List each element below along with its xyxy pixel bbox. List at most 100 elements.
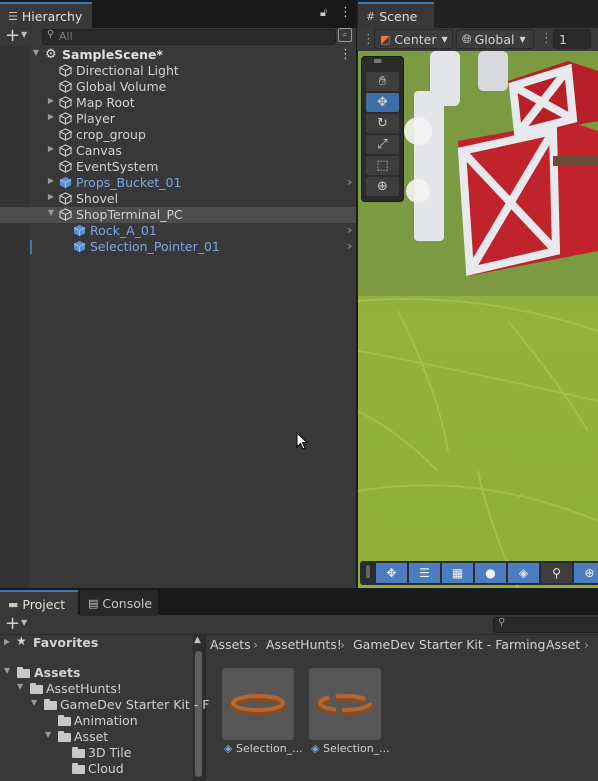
breadcrumb-item[interactable]: Assets (210, 637, 251, 652)
hierarchy-item[interactable]: ▶ Shovel (0, 191, 356, 207)
prefab-icon (59, 176, 72, 189)
add-dropdown-icon[interactable]: ▼ (21, 30, 27, 39)
hierarchy-item-label: crop_group (76, 127, 146, 142)
expand-arrow-icon[interactable]: ▶ (46, 112, 56, 121)
transform-tools: ═ ✋︎ ✥ ↻ ⤢ ⬚ ⊕ (361, 54, 404, 202)
asset-thumbnail[interactable] (222, 668, 294, 740)
expand-arrow-icon[interactable]: ▶ (4, 637, 10, 646)
move-tool-button[interactable]: ✥ (366, 93, 399, 112)
overlay-search-button[interactable]: ⚲ (541, 563, 572, 583)
tree-item-label: 3D Tile (88, 745, 132, 760)
hierarchy-item-prefab[interactable]: Selection_Pointer_01 › (0, 239, 356, 255)
gameobject-icon (59, 128, 72, 141)
hierarchy-item[interactable]: ▶ Canvas (0, 143, 356, 159)
hierarchy-item-label: ShopTerminal_PC (76, 207, 183, 222)
grid-snap-input[interactable]: 1 (553, 29, 591, 49)
hierarchy-item-selected[interactable]: ▼ ShopTerminal_PC (0, 207, 356, 223)
hierarchy-item[interactable]: EventSystem (0, 159, 356, 175)
lock-icon[interactable]: 🔓︎ (320, 6, 327, 20)
tab-scene[interactable]: # Scene (358, 2, 434, 28)
collapse-arrow-icon[interactable]: ▼ (46, 208, 56, 217)
rotate-tool-button[interactable]: ↻ (366, 114, 399, 133)
palette-grip-icon[interactable]: ═ (374, 54, 381, 68)
expand-arrow-icon[interactable]: ▶ (46, 192, 56, 201)
expand-arrow-icon[interactable]: ▶ (46, 144, 56, 153)
tab-console[interactable]: ▤ Console (80, 590, 158, 616)
tab-hierarchy-label: Hierarchy (21, 8, 83, 24)
scroll-up-icon[interactable]: ▲ (194, 635, 201, 645)
star-icon: ★ (16, 634, 27, 648)
space-dropdown[interactable]: 🌐︎ Global ▼ (456, 29, 534, 49)
ring-segments-preview-icon (317, 694, 373, 715)
hierarchy-item[interactable]: Global Volume (0, 79, 356, 95)
chevron-down-icon: ▼ (519, 34, 526, 44)
chevron-right-icon[interactable]: › (347, 239, 352, 253)
pivot-dropdown[interactable]: ◩ Center ▼ (374, 29, 453, 49)
gameobject-icon (59, 112, 72, 125)
overlay-shading-button[interactable]: ● (475, 563, 506, 583)
project-search-input[interactable]: ⚲ (493, 617, 598, 633)
asset-caption[interactable]: ◈ Selection_... (311, 742, 390, 755)
chevron-right-icon[interactable]: › (347, 175, 352, 189)
asset-caption[interactable]: ◈ Selection_... (224, 742, 303, 755)
hierarchy-item-prefab[interactable]: Rock_A_01 › (0, 223, 356, 239)
collapse-arrow-icon[interactable]: ▼ (31, 48, 41, 57)
overlay-settings-button[interactable]: ☰ (409, 563, 440, 583)
collapse-arrow-icon[interactable]: ▼ (4, 666, 10, 675)
rect-tool-button[interactable]: ⬚ (366, 156, 399, 175)
chevron-right-icon[interactable]: › (347, 223, 352, 237)
hierarchy-item-label: Props_Bucket_01 (76, 175, 182, 190)
prefab-icon: ◈ (224, 742, 233, 755)
create-dropdown-icon[interactable]: ▼ (21, 618, 27, 627)
overlay-grip-icon[interactable]: ‖ (365, 564, 371, 578)
folder-icon (58, 715, 71, 726)
grid-value: 1 (559, 31, 567, 47)
prefab-icon (73, 240, 86, 253)
scale-tool-button[interactable]: ⤢ (366, 135, 399, 154)
hierarchy-panel: ☰ Hierarchy 🔓︎ ⋮ + ▼ ⚲ All ⌕ ▼ ⚙ SampleS… (0, 0, 356, 588)
breadcrumb-separator-icon: › (533, 637, 538, 652)
favorites-label[interactable]: Favorites (33, 635, 98, 650)
overlay-move-button[interactable]: ✥ (376, 563, 407, 583)
collapse-arrow-icon[interactable]: ▼ (17, 682, 23, 691)
collapse-arrow-icon[interactable]: ▼ (45, 730, 51, 739)
list-icon: ☰ (8, 9, 18, 23)
hierarchy-item[interactable]: Directional Light (0, 63, 356, 79)
overlay-grid-button[interactable]: ▦ (442, 563, 473, 583)
collapse-arrow-icon[interactable]: ▼ (31, 698, 37, 707)
hierarchy-item-label: Map Root (76, 95, 135, 110)
hierarchy-search-input[interactable]: ⚲ All (42, 29, 336, 45)
hierarchy-item[interactable]: crop_group (0, 127, 356, 143)
search-icon: ⚲ (552, 566, 561, 580)
breadcrumb-item[interactable]: AssetHunts! (266, 637, 342, 652)
tree-item-label: Assets (34, 665, 81, 680)
breadcrumb-item[interactable]: GameDev Starter Kit - Farming (353, 637, 545, 652)
asset-thumbnail[interactable] (309, 668, 381, 740)
modified-indicator (30, 240, 32, 254)
hierarchy-item[interactable]: ▶ Map Root (0, 95, 356, 111)
gameobject-icon (59, 160, 72, 173)
breadcrumb-item[interactable]: Asset (546, 637, 580, 652)
expand-arrow-icon[interactable]: ▶ (46, 176, 56, 185)
scene-menu-icon[interactable]: ⋮ (339, 47, 352, 62)
tree-item-label: Cloud (88, 761, 124, 776)
add-icon[interactable]: + (5, 25, 20, 46)
scrollbar-thumb[interactable] (195, 651, 202, 777)
filter-icon[interactable]: ⌕ (338, 28, 352, 42)
hierarchy-item[interactable]: ▶ Player (0, 111, 356, 127)
rotate-icon: ↻ (377, 116, 388, 131)
expand-arrow-icon[interactable]: ▶ (46, 96, 56, 105)
overlay-transform-button[interactable]: ⊕ (574, 563, 598, 583)
overlay-layers-button[interactable]: ◈ (508, 563, 539, 583)
more-menu-icon[interactable]: ⋮ (339, 5, 352, 20)
scene-name: SampleScene* (62, 47, 163, 62)
hand-tool-button[interactable]: ✋︎ (366, 72, 399, 91)
transform-icon: ⊕ (377, 179, 388, 194)
globe-icon: 🌐︎ (462, 31, 472, 46)
create-icon[interactable]: + (5, 613, 20, 634)
breadcrumb-separator-icon: › (253, 637, 258, 652)
transform-tool-button[interactable]: ⊕ (366, 177, 399, 196)
hierarchy-item-prefab[interactable]: ▶ Props_Bucket_01 › (0, 175, 356, 191)
scene-row[interactable]: ▼ ⚙ SampleScene* ⋮ (0, 47, 356, 63)
tree-item-label: AssetHunts! (46, 681, 122, 696)
